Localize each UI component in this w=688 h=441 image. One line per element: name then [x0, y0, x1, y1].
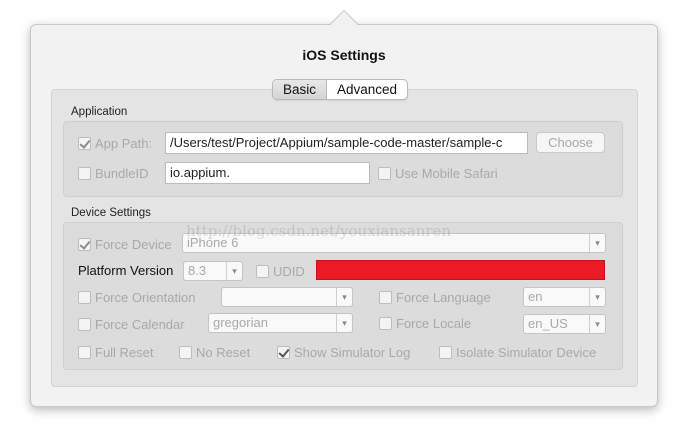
platform-version-value: 8.3	[188, 263, 207, 278]
isolate-simulator-device-checkbox[interactable]: Isolate Simulator Device	[439, 345, 596, 360]
checkbox-icon	[379, 317, 392, 330]
full-reset-checkbox[interactable]: Full Reset	[78, 345, 154, 360]
checkbox-icon	[78, 167, 91, 180]
app-path-label: App Path:	[95, 136, 153, 151]
show-simulator-log-checkbox[interactable]: Show Simulator Log	[277, 345, 410, 360]
chevron-down-icon: ▾	[589, 288, 605, 306]
checkbox-icon	[78, 318, 91, 331]
force-language-label: Force Language	[396, 290, 491, 305]
chevron-down-icon: ▾	[589, 315, 605, 333]
chevron-down-icon: ▾	[589, 234, 605, 252]
bundle-id-input[interactable]: io.appium.	[165, 162, 370, 184]
checkbox-icon	[78, 137, 91, 150]
full-reset-label: Full Reset	[95, 345, 154, 360]
force-calendar-label: Force Calendar	[95, 317, 185, 332]
force-orientation-label: Force Orientation	[95, 290, 196, 305]
checkbox-icon	[256, 265, 269, 278]
force-device-label: Force Device	[95, 237, 172, 252]
force-language-checkbox[interactable]: Force Language	[379, 290, 491, 305]
force-language-value: en	[528, 289, 543, 304]
force-calendar-checkbox[interactable]: Force Calendar	[78, 317, 185, 332]
checkbox-icon	[379, 291, 392, 304]
checkbox-icon	[78, 291, 91, 304]
checkbox-icon	[78, 346, 91, 359]
force-device-select[interactable]: iPhone 6 ▾	[182, 233, 606, 253]
tab-bar: Basic Advanced	[272, 79, 409, 100]
chevron-down-icon: ▾	[336, 314, 352, 332]
force-orientation-checkbox[interactable]: Force Orientation	[78, 290, 195, 305]
tab-advanced[interactable]: Advanced	[327, 80, 407, 99]
window-title: iOS Settings	[302, 47, 386, 63]
checkbox-icon	[179, 346, 192, 359]
platform-version-row: Platform Version	[78, 263, 173, 278]
bundle-id-label: BundleID	[95, 166, 149, 181]
udid-label: UDID	[273, 264, 305, 279]
app-path-checkbox[interactable]: App Path:	[78, 136, 152, 151]
force-locale-label: Force Locale	[396, 316, 472, 331]
no-reset-label: No Reset	[196, 345, 251, 360]
bundle-id-checkbox[interactable]: BundleID	[78, 166, 148, 181]
tab-basic[interactable]: Basic	[273, 80, 328, 99]
force-locale-value: en_US	[528, 316, 568, 331]
use-mobile-safari-checkbox[interactable]: Use Mobile Safari	[378, 166, 498, 181]
device-settings-group-label: Device Settings	[71, 207, 151, 219]
force-calendar-value: gregorian	[213, 315, 268, 330]
force-device-checkbox[interactable]: Force Device	[78, 237, 172, 252]
show-simulator-log-label: Show Simulator Log	[294, 345, 411, 360]
checkbox-icon	[78, 238, 91, 251]
checkbox-icon	[378, 167, 391, 180]
force-locale-checkbox[interactable]: Force Locale	[379, 316, 471, 331]
force-locale-select[interactable]: en_US ▾	[523, 314, 606, 334]
checkbox-icon	[439, 346, 452, 359]
udid-input-redacted[interactable]	[316, 260, 605, 280]
force-orientation-select[interactable]: ▾	[221, 287, 353, 307]
isolate-simulator-device-label: Isolate Simulator Device	[456, 345, 597, 360]
app-path-input[interactable]: /Users/test/Project/Appium/sample-code-m…	[165, 132, 528, 154]
udid-checkbox[interactable]: UDID	[256, 264, 305, 279]
force-device-value: iPhone 6	[187, 235, 239, 250]
choose-button[interactable]: Choose	[536, 132, 605, 153]
use-mobile-safari-label: Use Mobile Safari	[395, 166, 498, 181]
force-language-select[interactable]: en ▾	[523, 287, 606, 307]
platform-version-select[interactable]: 8.3 ▾	[183, 261, 243, 281]
platform-version-label: Platform Version	[78, 263, 174, 278]
force-calendar-select[interactable]: gregorian ▾	[208, 313, 353, 333]
checkbox-icon	[277, 346, 290, 359]
chevron-down-icon: ▾	[226, 262, 242, 280]
no-reset-checkbox[interactable]: No Reset	[179, 345, 250, 360]
application-group-label: Application	[71, 106, 128, 118]
chevron-down-icon: ▾	[336, 288, 352, 306]
